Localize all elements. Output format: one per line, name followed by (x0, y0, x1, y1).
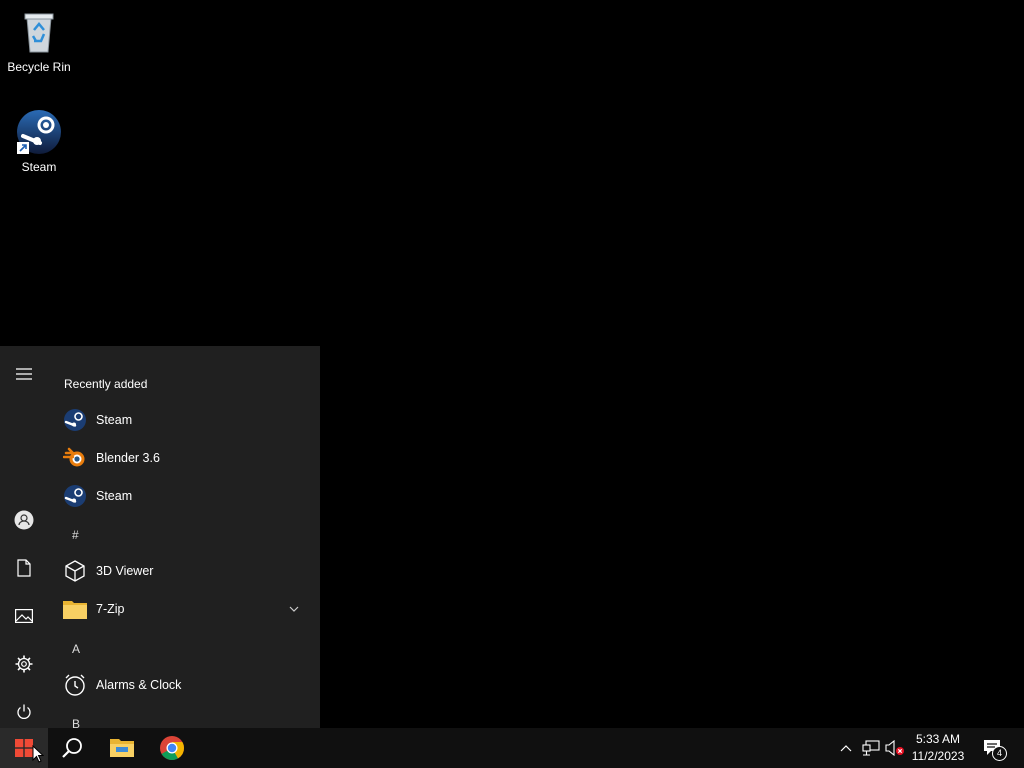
windows-start-icon (15, 739, 33, 757)
app-item-label: Blender 3.6 (96, 451, 160, 465)
chevron-up-icon (840, 745, 852, 752)
start-menu: Recently added Steam Blender 3.6 Steam #… (0, 346, 320, 728)
cube-icon (65, 560, 85, 582)
app-item-label: Steam (96, 413, 133, 427)
chrome-button[interactable] (148, 728, 196, 768)
app-item-label: 3D Viewer (96, 564, 154, 578)
app-item-steam[interactable]: Steam (48, 477, 320, 515)
action-center-button[interactable]: 4 (978, 728, 1008, 768)
clock-time: 5:33 AM (915, 732, 961, 746)
app-list[interactable]: Recently added Steam Blender 3.6 Steam #… (48, 346, 320, 728)
steam-icon (64, 409, 86, 431)
volume-button[interactable] (884, 728, 906, 768)
taskbar: 5:33 AM 11/2/2023 4 (0, 728, 1024, 768)
desktop-icon-label: Becycle Rin (7, 60, 71, 74)
settings-button[interactable] (0, 640, 48, 688)
app-item-label: 7-Zip (96, 602, 125, 616)
start-button[interactable] (0, 728, 48, 768)
show-hidden-icons-button[interactable] (836, 728, 856, 768)
hamburger-menu-icon (16, 368, 32, 380)
app-item-blender[interactable]: Blender 3.6 (48, 439, 320, 477)
pictures-button[interactable] (0, 592, 48, 640)
search-button[interactable] (48, 728, 96, 768)
blender-icon (63, 447, 85, 467)
settings-icon (15, 655, 33, 673)
user-icon (14, 510, 34, 530)
search-icon (62, 738, 82, 758)
file-explorer-icon (110, 739, 134, 757)
expand-menu-button[interactable] (0, 350, 48, 398)
app-item-steam[interactable]: Steam (48, 401, 320, 439)
desktop-icon-steam[interactable]: Steam (0, 108, 78, 174)
network-button[interactable] (860, 728, 882, 768)
alarm-clock-icon (65, 674, 85, 696)
notification-count-badge: 4 (992, 746, 1007, 761)
recycle-bin-icon (15, 8, 63, 56)
file-explorer-button[interactable] (98, 728, 146, 768)
pictures-icon (15, 609, 33, 623)
clock[interactable]: 5:33 AM 11/2/2023 (906, 731, 970, 765)
app-item-label: Alarms & Clock (96, 678, 182, 692)
account-button[interactable] (0, 496, 48, 544)
mouse-cursor-icon (32, 745, 44, 763)
recently-added-heading: Recently added (64, 377, 148, 391)
steam-icon (15, 108, 63, 156)
folder-icon (63, 601, 87, 619)
chrome-icon (160, 736, 184, 761)
letter-header-a[interactable]: A (72, 642, 80, 656)
app-item-alarms-clock[interactable]: Alarms & Clock (48, 666, 320, 704)
app-item-3d-viewer[interactable]: 3D Viewer (48, 552, 320, 590)
network-icon (862, 740, 880, 756)
app-item-7zip[interactable]: 7-Zip (48, 590, 320, 628)
desktop-icon-recycle-bin[interactable]: Becycle Rin (0, 8, 78, 74)
start-menu-rail (0, 346, 48, 728)
documents-button[interactable] (0, 544, 48, 592)
volume-muted-icon (885, 740, 904, 756)
chevron-down-icon[interactable] (289, 606, 299, 612)
app-item-label: Steam (96, 489, 133, 503)
clock-date: 11/2/2023 (911, 749, 965, 763)
desktop-icon-label: Steam (21, 160, 57, 174)
letter-header-b[interactable]: B (72, 717, 80, 728)
letter-header-hash[interactable]: # (72, 528, 79, 542)
power-icon (17, 704, 31, 719)
documents-icon (17, 559, 31, 577)
steam-icon (64, 485, 86, 507)
